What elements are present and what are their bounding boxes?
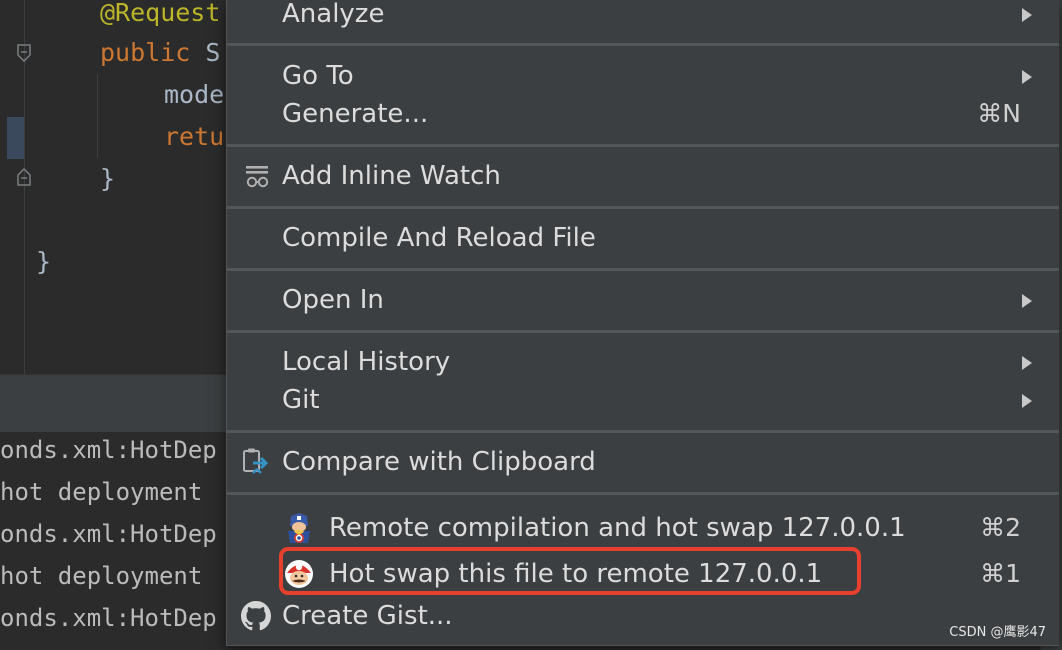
- code-line-return: retu: [164, 122, 225, 151]
- console-line: onds.xml:HotDep: [0, 520, 217, 548]
- menu-separator: [227, 206, 1059, 209]
- menu-item-label: Analyze: [282, 0, 385, 29]
- menu-item-label: Remote compilation and hot swap 127.0.0.…: [329, 513, 906, 543]
- console-line: onds.xml:HotDep: [0, 436, 217, 464]
- fold-marker-icon[interactable]: [17, 44, 31, 62]
- menu-item-label: Compile And Reload File: [282, 223, 596, 253]
- github-icon: [241, 601, 271, 631]
- menu-item-label: Git: [282, 385, 320, 415]
- menu-item-generate[interactable]: Generate... ⌘N: [227, 95, 1059, 133]
- context-menu: Analyze Go To Generate... ⌘N Add Inline …: [226, 0, 1059, 646]
- submenu-arrow-icon: [1022, 8, 1032, 22]
- submenu-arrow-icon: [1022, 70, 1032, 84]
- console-line: onds.xml:HotDep: [0, 604, 217, 632]
- fold-end-marker-icon[interactable]: [17, 168, 31, 186]
- menu-item-shortcut: ⌘N: [977, 99, 1021, 128]
- menu-item-go-to[interactable]: Go To: [227, 57, 1059, 95]
- code-line-class-close-brace: }: [36, 247, 52, 276]
- menu-item-remote-compilation[interactable]: Remote compilation and hot swap 127.0.0.…: [227, 509, 1059, 547]
- code-line-method: public S: [100, 38, 221, 67]
- menu-item-compare-clipboard[interactable]: Compare with Clipboard: [227, 443, 1059, 481]
- captain-america-icon: [284, 513, 314, 543]
- code-line-annotation: @Request: [100, 0, 221, 27]
- console-line: hot deployment: [0, 562, 217, 590]
- menu-item-add-inline-watch[interactable]: Add Inline Watch: [227, 157, 1059, 195]
- watermark: CSDN @鹰影47: [949, 625, 1046, 640]
- submenu-arrow-icon: [1022, 394, 1032, 408]
- highlight-box: [279, 547, 861, 595]
- menu-item-create-gist[interactable]: Create Gist...: [227, 597, 1059, 635]
- menu-item-label: Open In: [282, 285, 384, 315]
- inline-watch-icon: [243, 161, 273, 191]
- menu-separator: [227, 492, 1059, 495]
- menu-item-label: Compare with Clipboard: [282, 447, 596, 477]
- menu-item-shortcut: ⌘2: [980, 513, 1021, 542]
- menu-item-label: Go To: [282, 61, 354, 91]
- menu-separator: [227, 268, 1059, 271]
- menu-item-label: Local History: [282, 347, 451, 377]
- console-line: hot deployment: [0, 478, 217, 506]
- compare-clipboard-icon: [241, 447, 271, 477]
- menu-item-analyze[interactable]: Analyze: [227, 0, 1059, 33]
- menu-item-compile-reload[interactable]: Compile And Reload File: [227, 219, 1059, 257]
- menu-item-local-history[interactable]: Local History: [227, 343, 1059, 381]
- menu-separator: [227, 330, 1059, 333]
- menu-separator: [227, 43, 1059, 46]
- menu-separator: [227, 144, 1059, 147]
- code-line-close-brace: }: [100, 164, 116, 193]
- menu-separator: [227, 430, 1059, 433]
- menu-item-open-in[interactable]: Open In: [227, 281, 1059, 319]
- code-line-model: mode: [164, 80, 225, 109]
- menu-item-label: Create Gist...: [282, 601, 453, 631]
- submenu-arrow-icon: [1022, 356, 1032, 370]
- menu-item-git[interactable]: Git: [227, 381, 1059, 419]
- submenu-arrow-icon: [1022, 294, 1032, 308]
- menu-item-label: Generate...: [282, 99, 429, 129]
- changed-line-marker: [7, 117, 24, 159]
- menu-item-shortcut: ⌘1: [980, 559, 1021, 588]
- indent-guide: [97, 74, 98, 158]
- menu-item-label: Add Inline Watch: [282, 161, 501, 191]
